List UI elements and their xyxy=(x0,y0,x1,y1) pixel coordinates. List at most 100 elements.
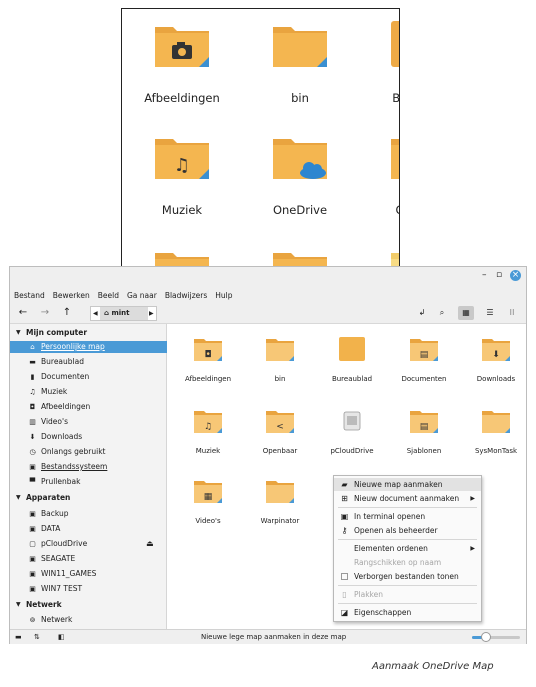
menu-label: Nieuwe map aanmaken xyxy=(354,480,443,489)
music-folder-icon: ♫ xyxy=(155,139,209,179)
menu-bestand[interactable]: Bestand xyxy=(10,285,49,302)
file-item[interactable]: ▤ Documenten xyxy=(393,336,455,396)
compact-view-icon[interactable]: ⁝⁝ xyxy=(504,306,520,320)
sidebar-label: DATA xyxy=(41,524,61,533)
crumb-right-arrow-icon[interactable]: ▶ xyxy=(149,307,154,320)
menu-separator xyxy=(338,539,477,540)
sidebar-item-bureaublad[interactable]: ▬ Bureaublad xyxy=(10,356,167,368)
file-item[interactable]: ◘ Afbeeldingen xyxy=(177,336,239,396)
file-item[interactable]: bin xyxy=(249,336,311,396)
sidebar-item-bestandssysteem[interactable]: ▣ Bestandssysteem xyxy=(10,461,167,473)
menu-bladwijzers[interactable]: Bladwijzers xyxy=(161,285,211,302)
sidebar-item-data[interactable]: ▣ DATA xyxy=(10,523,167,535)
section-title: Mijn computer xyxy=(26,328,88,337)
menu-item-properties[interactable]: ◪ Eigenschappen xyxy=(334,606,481,619)
file-item[interactable]: Bureaublad xyxy=(321,336,383,396)
menu-separator xyxy=(338,507,477,508)
terminal-toggle-icon[interactable]: ↲ xyxy=(414,306,430,320)
sidebar-item-pclouddrive[interactable]: ▢ pCloudDrive ⏏ xyxy=(10,538,167,550)
menu-item-new-folder[interactable]: ▰ Nieuwe map aanmaken xyxy=(334,478,481,491)
sidebar-toggle-icon[interactable]: ◧ xyxy=(58,633,68,642)
menu-item-arrange[interactable]: Elementen ordenen ▶ xyxy=(334,542,481,555)
sidebar-item-downloads[interactable]: ⬇ Downloads xyxy=(10,431,167,443)
desktop-folder-icon xyxy=(391,21,399,67)
maximize-button[interactable]: ▫ xyxy=(496,270,502,280)
menu-item-open-terminal[interactable]: ▣ In terminal openen xyxy=(334,510,481,523)
sidebar-item-prullenbak[interactable]: ▀ Prullenbak xyxy=(10,476,167,488)
drive-icon: ▣ xyxy=(29,525,36,533)
file-item[interactable]: ▦ Video's xyxy=(177,478,239,538)
sidebar-item-documenten[interactable]: ▮ Documenten xyxy=(10,371,167,383)
context-menu: ▰ Nieuwe map aanmaken ⊞ Nieuw document aan… xyxy=(333,475,482,622)
file-item[interactable]: pCloudDrive xyxy=(321,408,383,468)
icon-view-icon[interactable]: ▦ xyxy=(458,306,474,320)
zoom-slider[interactable] xyxy=(472,632,520,642)
crumb-left-arrow-icon[interactable]: ◀ xyxy=(93,307,98,320)
menu-beeld[interactable]: Beeld xyxy=(94,285,123,302)
minimize-button[interactable]: – xyxy=(482,270,487,280)
file-label: Documenten xyxy=(401,375,447,383)
sidebar-item-win7-test[interactable]: ▣ WIN7 TEST xyxy=(10,583,167,595)
menu-item-show-hidden[interactable]: Verborgen bestanden tonen xyxy=(334,570,481,583)
file-label: bin xyxy=(274,375,286,383)
submenu-arrow-icon: ▶ xyxy=(470,495,475,502)
checkbox-icon[interactable] xyxy=(341,573,348,580)
menu-ga-naar[interactable]: Ga naar xyxy=(123,285,161,302)
sidebar-item-persoonlijke-map[interactable]: ⌂ Persoonlijke map xyxy=(10,341,167,353)
sidebar-header-mijn-computer[interactable]: ▼ Mijn computer xyxy=(10,327,167,339)
sidebar-header-netwerk[interactable]: ▼ Netwerk xyxy=(10,599,167,611)
sidebar-item-netwerk[interactable]: ⊚ Netwerk xyxy=(10,614,167,626)
document-icon: ▮ xyxy=(30,373,35,381)
sidebar-label: Backup xyxy=(41,509,69,518)
places-toggle-icon[interactable]: ▬ xyxy=(15,633,25,642)
menu-item-open-as-root[interactable]: ⚷ Openen als beheerder xyxy=(334,524,481,537)
file-label: Downloads xyxy=(476,375,516,383)
tree-toggle-icon[interactable]: ⇅ xyxy=(34,633,44,642)
file-item[interactable]: SysMonTask xyxy=(465,408,527,468)
menu-hulp[interactable]: Hulp xyxy=(211,285,236,302)
sidebar-item-muziek[interactable]: ♫ Muziek xyxy=(10,386,167,398)
eject-icon[interactable]: ⏏ xyxy=(146,538,154,550)
svg-text:♫: ♫ xyxy=(204,422,212,432)
sidebar-label: Muziek xyxy=(41,387,68,396)
sidebar-item-seagate[interactable]: ▣ SEAGATE xyxy=(10,553,167,565)
sidebar-item-onlangs-gebruikt[interactable]: ◷ Onlangs gebruikt xyxy=(10,446,167,458)
search-icon[interactable]: ⌕ xyxy=(434,306,450,320)
file-item[interactable]: < Openbaar xyxy=(249,408,311,468)
list-view-icon[interactable]: ☰ xyxy=(482,306,498,320)
back-button[interactable]: ← xyxy=(16,306,30,320)
sidebar-item-win11-games[interactable]: ▣ WIN11_GAMES xyxy=(10,568,167,580)
folder-icon: ◘ xyxy=(194,339,222,361)
menu-bewerken[interactable]: Bewerken xyxy=(49,285,94,302)
file-item[interactable]: ▤ Sjablonen xyxy=(393,408,455,468)
file-item[interactable]: Warpinator xyxy=(249,478,311,538)
menu-item-new-document[interactable]: ⊞ Nieuw document aanmaken ▶ xyxy=(334,492,481,505)
folder-icon xyxy=(339,337,365,361)
file-item[interactable]: ♫ Muziek xyxy=(177,408,239,468)
sidebar-item-backup[interactable]: ▣ Backup xyxy=(10,508,167,520)
sidebar-header-apparaten[interactable]: ▼ Apparaten xyxy=(10,492,167,504)
sidebar-label: Bestandssysteem xyxy=(41,462,108,471)
drive-icon: ▣ xyxy=(29,510,36,518)
folder-icon xyxy=(482,411,510,433)
zoom-label: Muziek xyxy=(161,203,203,217)
close-button[interactable]: × xyxy=(510,270,521,281)
file-item[interactable]: ⬇ Downloads xyxy=(465,336,527,396)
sidebar-item-videos[interactable]: ▥ Video's xyxy=(10,416,167,428)
crumb-current[interactable]: ⌂ mint xyxy=(100,307,148,320)
zoom-slider-handle[interactable] xyxy=(481,632,492,642)
sidebar-label: Video's xyxy=(41,417,68,426)
sidebar-item-afbeeldingen[interactable]: ◘ Afbeeldingen xyxy=(10,401,167,413)
section-title: Apparaten xyxy=(26,493,71,502)
usb-drive-icon: ▢ xyxy=(29,540,36,548)
up-button[interactable]: ↑ xyxy=(60,306,74,320)
zoom-label: OneDrive xyxy=(272,203,328,217)
forward-button[interactable]: → xyxy=(38,306,52,320)
camera-folder-icon xyxy=(155,27,209,67)
folder-icon xyxy=(273,27,327,67)
svg-text:<: < xyxy=(276,422,284,432)
file-label: Bureaublad xyxy=(331,375,373,383)
zoom-inset: Afbeeldingen bin Bureaubl ♫ Muziek xyxy=(121,8,400,283)
drive-icon: ▣ xyxy=(29,555,36,563)
sidebar: ▼ Mijn computer ⌂ Persoonlijke map ▬ Bureau… xyxy=(10,324,167,629)
